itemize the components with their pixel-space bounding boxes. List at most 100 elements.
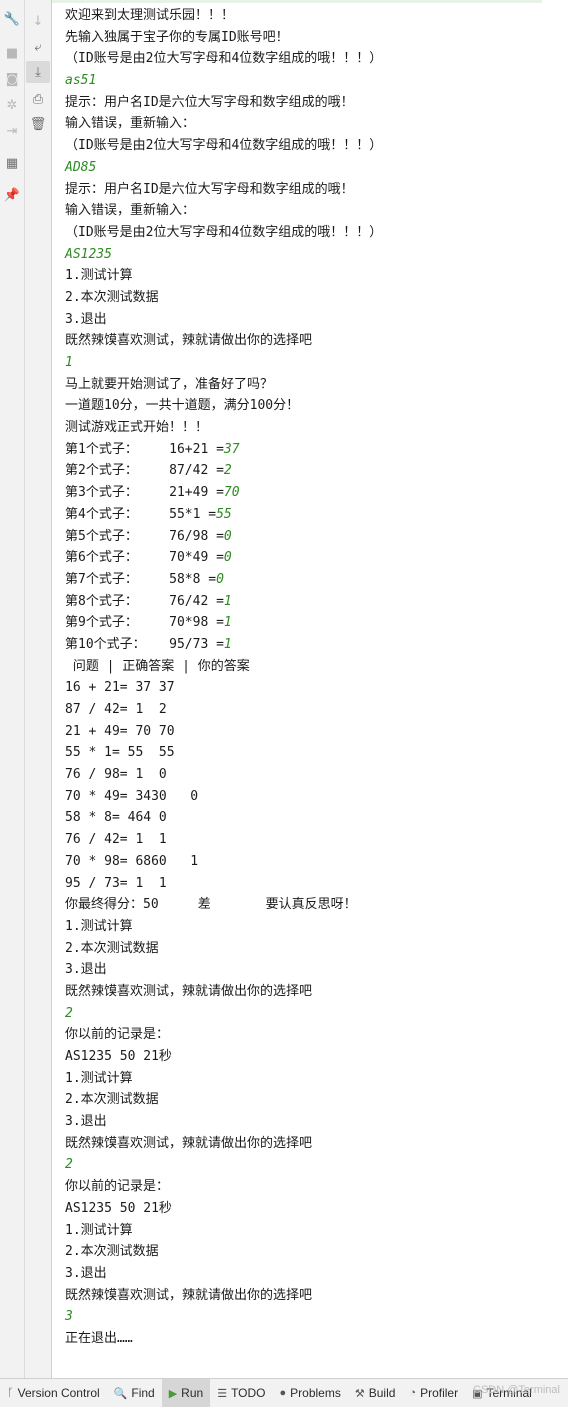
list-icon: ☰ bbox=[217, 1387, 228, 1400]
console-output-line: 第6个式子： 70*49 =0 bbox=[65, 547, 382, 569]
console-output-line: 输入错误，重新输入： bbox=[65, 113, 382, 135]
soft-wrap-icon[interactable]: ⤶ bbox=[26, 36, 50, 58]
problems-tab[interactable]: ● Problems bbox=[273, 1379, 348, 1407]
console-line-text: 1 bbox=[65, 355, 73, 370]
console-output-line: 测试游戏正式开始！！！ bbox=[65, 417, 382, 439]
hammer-icon: ⚒ bbox=[354, 1387, 365, 1400]
console-output-line: 先输入独属于宝子你的专属ID账号吧！ bbox=[65, 27, 382, 49]
todo-tab[interactable]: ☰ TODO bbox=[210, 1379, 272, 1407]
run-label: Run bbox=[181, 1386, 204, 1400]
console-line-text: 3 bbox=[65, 1309, 73, 1325]
console-line-text: 第1个式子： 16+21 = bbox=[65, 441, 224, 457]
version-control-tab[interactable]: ᚴ Version Control bbox=[0, 1379, 107, 1407]
console-line-text: 76 / 98= 1 0 bbox=[65, 767, 167, 783]
console-output-line: 87 / 42= 1 2 bbox=[65, 699, 382, 721]
console-line-text: 第9个式子： 70*98 = bbox=[65, 615, 224, 631]
console-line-text: 76 / 42= 1 1 bbox=[65, 832, 167, 848]
console-output-line: 提示：用户名ID是六位大写字母和数字组成的哦！ bbox=[65, 179, 382, 201]
console-output-line: 76 / 98= 1 0 bbox=[65, 764, 382, 786]
console-line-text: 提示：用户名ID是六位大写字母和数字组成的哦！ bbox=[65, 94, 354, 110]
branch-icon: ᚴ bbox=[7, 1387, 14, 1399]
console-line-text: 欢迎来到太理测试乐园！！！ bbox=[65, 8, 235, 23]
console-line-text: 2.本次测试数据 bbox=[65, 1092, 159, 1108]
console-output-line: 95 / 73= 1 1 bbox=[65, 873, 382, 895]
console-line-text: 1.测试计算 bbox=[65, 918, 133, 934]
console-output-line: 一道题10分，一共十道题，满分100分！ bbox=[65, 395, 382, 417]
console-line-text: 1.测试计算 bbox=[65, 268, 133, 284]
console-line-text: 第10个式子： 95/73 = bbox=[65, 636, 224, 652]
console-line-text: 测试游戏正式开始！！！ bbox=[65, 420, 209, 436]
console-line-text: 21 + 49= 70 70 bbox=[65, 723, 175, 739]
console-input-line: 2 bbox=[65, 1154, 382, 1176]
console-line-text: （ID账号是由2位大写字母和4位数字组成的哦！！！） bbox=[65, 224, 383, 240]
console-output-line: 既然辣馍喜欢测试，辣就请做出你的选择吧 bbox=[65, 1285, 382, 1307]
play-icon: ▶ bbox=[168, 1387, 178, 1400]
console-output-line: 第8个式子： 76/42 =1 bbox=[65, 591, 382, 613]
console-line-text: 一道题10分，一共十道题，满分100分！ bbox=[65, 398, 300, 414]
console-line-text: 2.本次测试数据 bbox=[65, 289, 159, 305]
console-line-text: 1.测试计算 bbox=[65, 1070, 133, 1086]
console-line-text: 你以前的记录是： bbox=[65, 1179, 170, 1195]
console-output-line: 70 * 49= 3430 0 bbox=[65, 786, 382, 808]
console-line-text: 95 / 73= 1 1 bbox=[65, 875, 167, 891]
run-console[interactable]: 欢迎来到太理测试乐园！！！ 先输入独属于宝子你的专属ID账号吧！ （ID账号是由2位… bbox=[52, 0, 568, 1378]
print-icon[interactable]: ⎙ bbox=[26, 88, 50, 110]
layout-icon[interactable]: ▦ bbox=[0, 152, 24, 174]
console-output-line: 21 + 49= 70 70 bbox=[65, 721, 382, 743]
console-line-text: （ID账号是由2位大写字母和4位数字组成的哦！！！） bbox=[65, 51, 383, 67]
scroll-to-end-icon[interactable]: ⤓ bbox=[26, 61, 50, 83]
console-output-line: 正在退出…… bbox=[65, 1328, 382, 1350]
console-input-line: AS1235 bbox=[65, 244, 382, 266]
console-output-line: 2.本次测试数据 bbox=[65, 938, 382, 960]
run-tab[interactable]: ▶ Run bbox=[161, 1379, 211, 1407]
console-output-line: 第4个式子： 55*1 =55 bbox=[65, 504, 382, 526]
console-output-line: 第2个式子： 87/42 =2 bbox=[65, 460, 382, 482]
console-line-text: 3.退出 bbox=[65, 1265, 107, 1281]
console-line-text: AS1235 50 21秒 bbox=[65, 1049, 172, 1064]
console-line-text: 16 + 21= 37 37 bbox=[65, 680, 175, 696]
camera-icon[interactable]: ◙ bbox=[0, 68, 24, 90]
console-output-line: 既然辣馍喜欢测试，辣就请做出你的选择吧 bbox=[65, 330, 382, 352]
console-output-line: 55 * 1= 55 55 bbox=[65, 742, 382, 764]
console-output-line: 第5个式子： 76/98 =0 bbox=[65, 526, 382, 548]
console-line-text: 1.测试计算 bbox=[65, 1222, 133, 1238]
console-input-line: 2 bbox=[65, 1003, 382, 1025]
stop-icon[interactable]: ■ bbox=[0, 42, 24, 64]
console-output-line: 问题 | 正确答案 | 你的答案 bbox=[65, 656, 382, 678]
wrench-icon[interactable]: 🔧 bbox=[0, 8, 24, 30]
console-line-text: 先输入独属于宝子你的专属ID账号吧！ bbox=[65, 29, 289, 45]
console-output-line: 你以前的记录是： bbox=[65, 1176, 382, 1198]
console-top-indicator bbox=[52, 0, 542, 3]
exit-icon[interactable]: ⇥ bbox=[0, 120, 24, 142]
search-icon: 🔍 bbox=[113, 1387, 128, 1400]
user-answer: 1 bbox=[223, 615, 232, 631]
console-output-line: 70 * 98= 6860 1 bbox=[65, 851, 382, 873]
console-action-strip: ↓ ⤶ ⤓ ⎙ 🗑 bbox=[25, 0, 52, 1378]
console-output-line: 2.本次测试数据 bbox=[65, 1241, 382, 1263]
console-line-text: 既然辣馍喜欢测试，辣就请做出你的选择吧 bbox=[65, 333, 313, 349]
console-line-text: 2 bbox=[65, 1157, 73, 1173]
console-output-line: 既然辣馍喜欢测试，辣就请做出你的选择吧 bbox=[65, 1133, 382, 1155]
pin-icon[interactable]: 📌 bbox=[0, 184, 24, 206]
left-tool-strip: 🔧 ■ ◙ ✲ ⇥ ▦ 📌 bbox=[0, 0, 25, 1378]
console-line-text: 第3个式子： 21+49 = bbox=[65, 485, 224, 501]
scroll-down-icon[interactable]: ↓ bbox=[26, 10, 50, 32]
console-line-text: 你以前的记录是： bbox=[65, 1027, 170, 1043]
console-line-text: 第8个式子： 76/42 = bbox=[65, 593, 224, 609]
user-answer: 2 bbox=[223, 463, 232, 479]
console-line-text: AS1235 bbox=[65, 246, 112, 262]
console-line-text: 70 * 49= 3430 0 bbox=[65, 788, 199, 804]
console-line-text: 3.退出 bbox=[65, 1114, 107, 1130]
user-answer: 0 bbox=[216, 571, 224, 587]
user-answer: 55 bbox=[216, 506, 232, 522]
console-line-text: 第5个式子： 76/98 = bbox=[65, 528, 224, 544]
console-output-line: 第3个式子： 21+49 =70 bbox=[65, 482, 382, 504]
debug-icon[interactable]: ✲ bbox=[0, 94, 24, 116]
find-tab[interactable]: 🔍 Find bbox=[107, 1379, 162, 1407]
trash-icon[interactable]: 🗑 bbox=[26, 113, 50, 135]
console-line-text: 3.退出 bbox=[65, 962, 107, 978]
profiler-tab[interactable]: ◔ Profiler bbox=[402, 1379, 465, 1407]
console-line-text: （ID账号是由2位大写字母和4位数字组成的哦！！！） bbox=[65, 138, 383, 154]
console-line-text: as51 bbox=[65, 73, 97, 89]
build-tab[interactable]: ⚒ Build bbox=[348, 1379, 403, 1407]
